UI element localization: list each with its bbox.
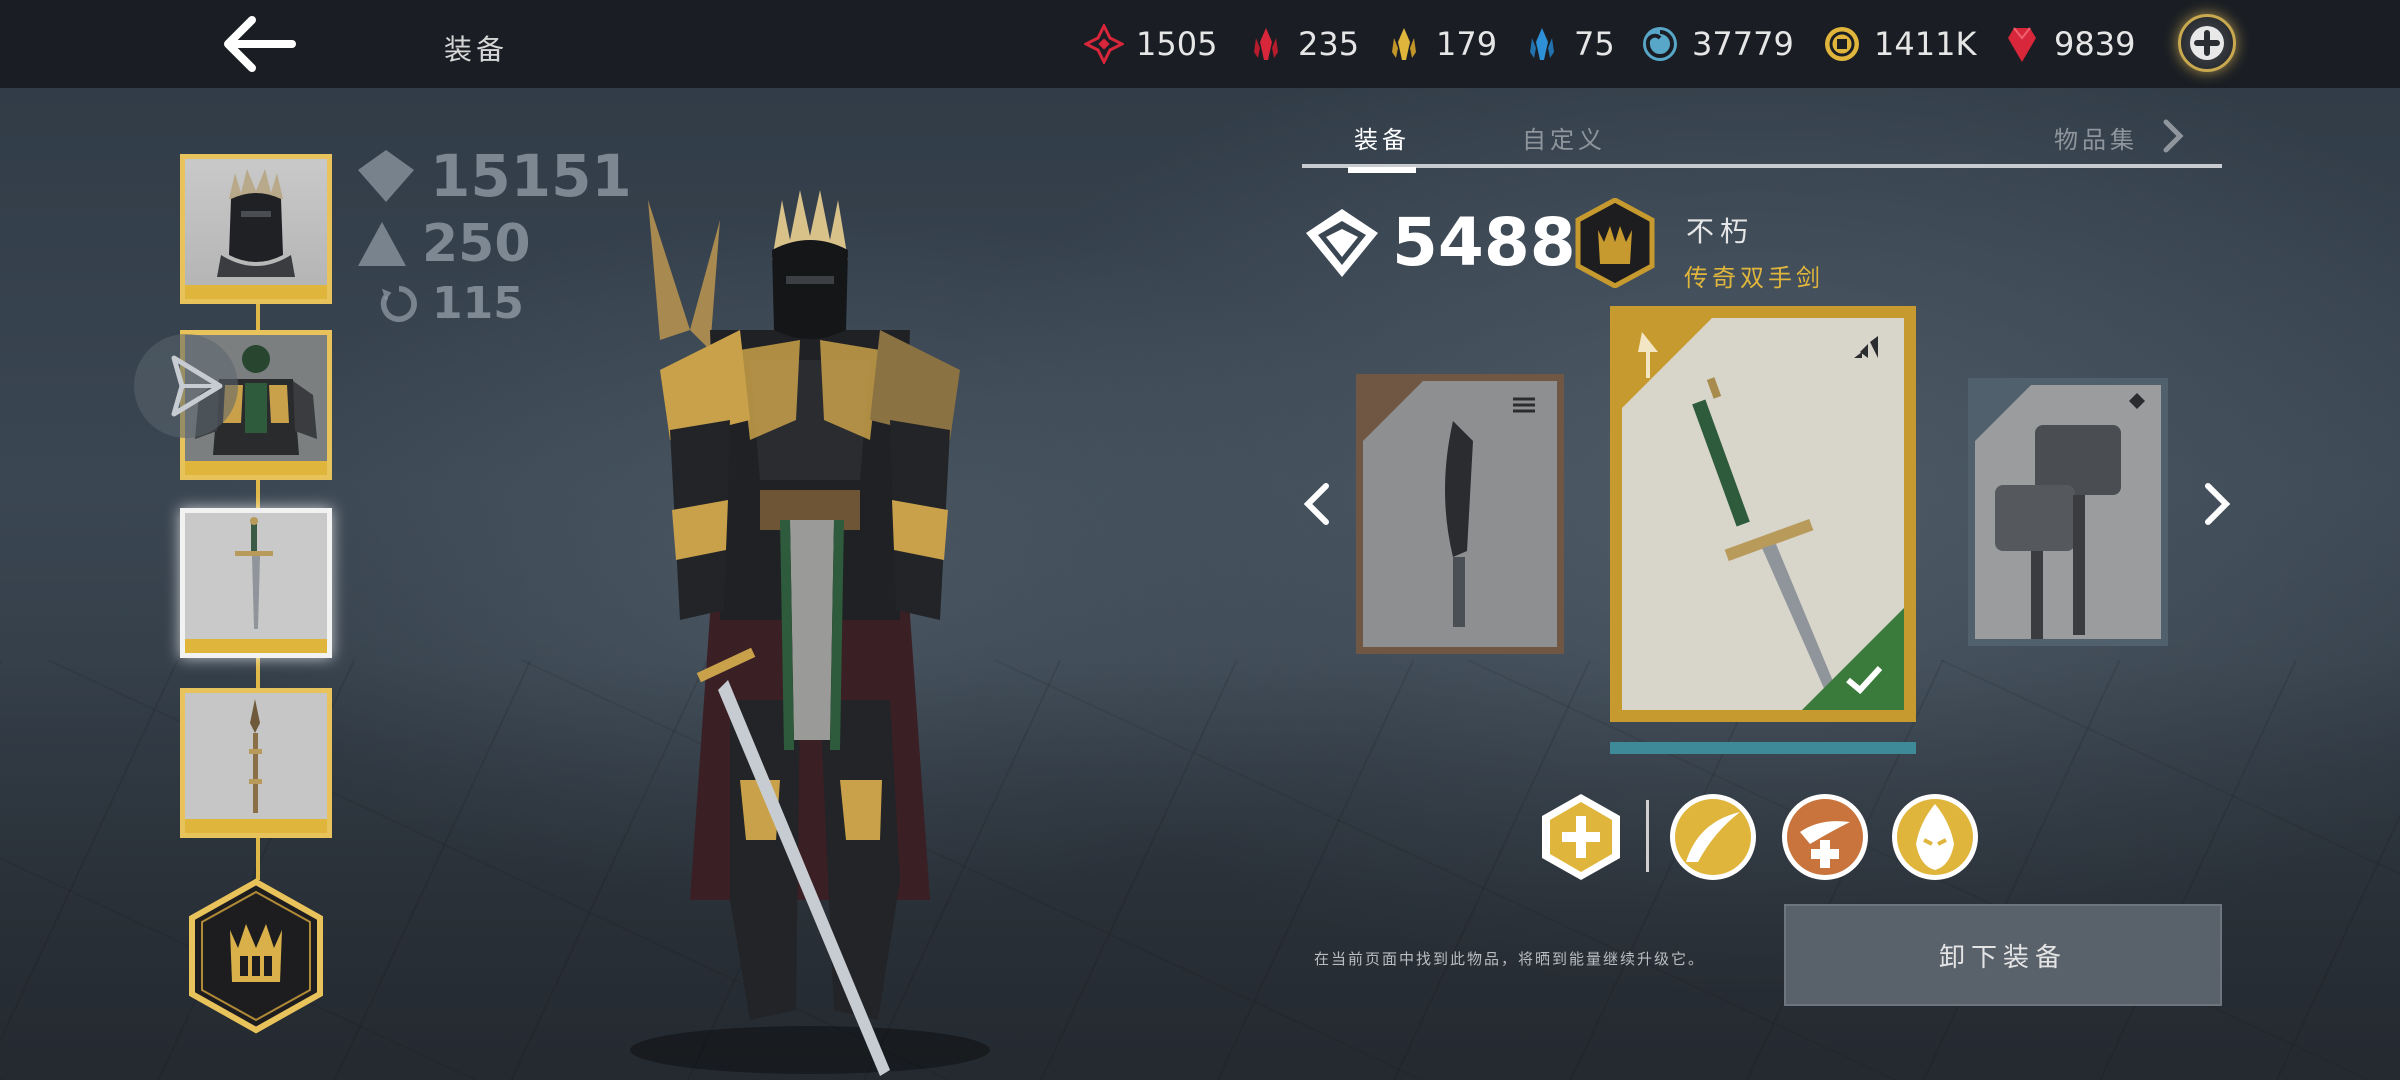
item-power-value: 5488 [1392,204,1576,281]
currency-blue-crystal[interactable]: 75 [1522,22,1615,66]
stat-power: 15151 [356,142,632,210]
perk-divider [1646,800,1649,872]
back-button[interactable] [222,16,298,72]
greatsword-icon [1622,318,1904,710]
chevron-right-icon [2205,483,2231,525]
currency-gold-coin[interactable]: 1411K [1822,22,1976,66]
slot-helmet[interactable] [180,154,332,304]
currency-value: 179 [1436,25,1498,63]
add-currency-button[interactable] [2178,14,2236,72]
war-hammer-icon [1975,385,2145,639]
tab-label: 物品集 [2054,126,2138,154]
knight-character[interactable] [600,180,1020,1080]
item-card-hammer[interactable] [1968,378,2168,646]
chevron-right-icon[interactable] [2162,118,2186,154]
tab-label: 自定义 [1522,126,1606,154]
tab-bar: 装备 自定义 物品集 [1302,112,2222,173]
currency-red-crystal[interactable]: 235 [1246,22,1359,66]
page-title: 装备 [444,33,509,66]
spear-icon [185,693,327,819]
tab-equipment[interactable]: 装备 [1348,120,1416,173]
plus-icon [2190,26,2224,60]
red-crystal-icon [1254,28,1278,60]
character-emblem-icon[interactable] [186,878,326,1034]
power-diamond-icon [1306,208,1378,277]
item-card-greatsword[interactable] [1610,306,1916,722]
upgrade-cycle-icon [380,285,417,322]
currency-value: 37779 [1692,25,1794,63]
slot-rarity-bar [185,819,327,833]
stat-level: 250 [356,214,531,274]
power-diamond-icon [358,150,414,202]
item-name: 不朽 [1686,215,1755,248]
blue-crystal-icon [1530,28,1554,60]
level-triangle-icon [358,222,406,266]
stat-upgrades-value: 115 [432,278,524,329]
currency-gold-crystal[interactable]: 179 [1384,22,1497,66]
currency-value: 235 [1298,25,1360,63]
currency-value: 75 [1574,25,1615,63]
arrow-left-icon [224,16,296,72]
chevron-left-icon [1303,483,1329,525]
slot-rarity-bar [185,639,327,653]
gold-coin-icon [1825,27,1859,61]
selected-card-indicator [1610,742,1916,754]
tab-customize[interactable]: 自定义 [1522,120,1606,155]
send-icon [171,355,223,417]
ruby-gem-icon [2008,27,2036,62]
currency-ruby[interactable]: 9839 [2002,22,2135,66]
share-button[interactable] [134,334,238,438]
currency-rune[interactable]: 1505 [1084,22,1217,66]
gold-crystal-icon [1392,28,1416,60]
next-item-button[interactable] [2196,480,2236,528]
top-bar: 装备 1505 235 179 75 37779 1411K 9839 [0,0,2400,88]
helmet-icon [217,169,295,277]
slot-secondary-weapon[interactable] [180,688,332,838]
hint-text: 在当前页面中找到此物品，将晒到能量继续升级它。 [1314,950,1706,968]
heal-perk-icon[interactable] [1780,792,1870,882]
tab-underline [1302,164,2222,168]
item-card-scimitar[interactable] [1356,374,1564,654]
stat-upgrades: 115 [380,278,524,329]
tab-label: 装备 [1354,126,1410,154]
sword-icon [185,513,327,639]
currency-value: 1505 [1136,25,1218,63]
currency-value: 9839 [2054,25,2136,63]
rage-perk-icon[interactable] [1890,792,1980,882]
energy-swirl-icon [1643,27,1677,61]
scimitar-icon [1363,381,1535,627]
slot-rarity-bar [185,461,327,475]
equip-trait-icon[interactable] [1536,792,1626,882]
item-rarity: 传奇双手剑 [1684,264,1824,292]
background-floor [0,660,2400,1080]
slot-weapon[interactable] [180,508,332,658]
slash-perk-icon[interactable] [1668,792,1758,882]
tab-item-sets[interactable]: 物品集 [2054,120,2138,155]
previous-item-button[interactable] [1298,480,1338,528]
active-tab-indicator [1348,167,1416,173]
currency-value: 1411K [1874,25,1977,63]
currency-energy[interactable]: 37779 [1640,22,1794,66]
item-power: 5488 [1304,204,1576,281]
red-rune-icon [1084,24,1124,64]
slot-rarity-bar [185,285,327,299]
unequip-button[interactable]: 卸下装备 [1784,904,2222,1006]
legendary-badge-icon [1575,198,1655,288]
stat-level-value: 250 [422,214,531,274]
